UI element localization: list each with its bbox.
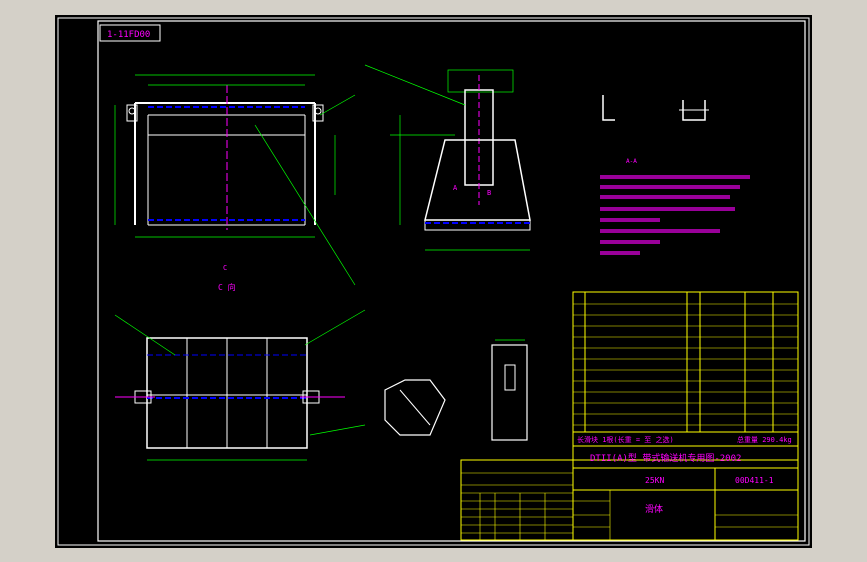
side-view [364,64,531,251]
plan-view [114,309,366,461]
part-name-text: 滑体 [645,503,663,515]
section-views-small [602,95,709,121]
detail-a-label: A [453,184,458,192]
front-view [114,74,356,286]
technical-notes [600,175,750,255]
code-box-text: 1-11FD00 [107,30,150,40]
drawing-no-text: 00D411-1 [735,476,774,485]
parts-list: 长滑块 1根(长重 = 至 之选) 总重量 290.4kg [572,291,799,447]
note-row-text: 长滑块 1根(长重 = 至 之选) [577,435,674,444]
main-title-text: DTII(A)型 带式输送机专用图-2002 [590,452,741,464]
view-c-label: C 向 [218,282,236,292]
cad-viewport: 1-11FD00 长滑块 1根(长重 = 至 之选) 总重量 290.4kg D… [0,0,867,562]
section-aa-label: A-A [626,158,637,165]
spec-text: 25KN [645,476,664,485]
outer-frame [57,17,810,546]
detail-b-label: B [487,189,491,197]
drawing-sheet[interactable]: 1-11FD00 长滑块 1根(长重 = 至 之选) 总重量 290.4kg D… [55,15,812,548]
title-block: DTII(A)型 带式输送机专用图-2002 25KN 00D411-1 滑体 [460,445,799,541]
weight-text: 总重量 290.4kg [737,435,792,444]
view-c-arrow-label: C [223,264,227,272]
section-detail [384,339,528,441]
drawing-canvas: 1-11FD00 长滑块 1根(长重 = 至 之选) 总重量 290.4kg D… [57,17,810,546]
